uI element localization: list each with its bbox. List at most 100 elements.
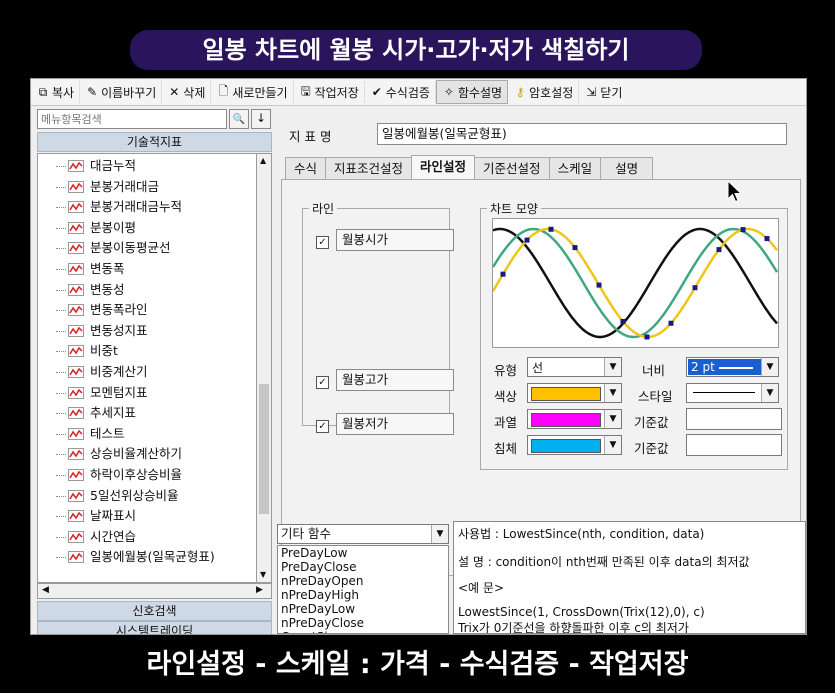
tree-item-label: 비중계산기 xyxy=(90,364,148,379)
password-button[interactable]: ⚷ 암호설정 xyxy=(508,81,580,103)
preview-curve-green xyxy=(493,227,778,339)
tree-item[interactable]: 분봉거래대금누적 xyxy=(38,197,256,217)
banner-title: 일봉 차트에 월봉 시가·고가·저가 색칠하기 xyxy=(202,36,630,64)
line-label-low[interactable]: 월봉저가 xyxy=(336,413,454,435)
tree-item[interactable]: 변동폭 xyxy=(38,259,256,279)
tree-item[interactable]: 변동성 xyxy=(38,280,256,300)
function-list-item[interactable]: nPreDayHigh xyxy=(278,588,448,602)
color-label: 색상 xyxy=(494,389,518,404)
tree-item-label: 일봉에월봉(일목균형표) xyxy=(90,549,215,565)
rename-button[interactable]: ✎ 이름바꾸기 xyxy=(80,81,163,103)
scroll-up-icon[interactable]: ▲ xyxy=(260,156,266,165)
tab-scale[interactable]: 스케일 xyxy=(548,157,602,179)
overbought-color-select[interactable]: ▼ xyxy=(527,409,622,429)
tab-baseline[interactable]: 기준선설정 xyxy=(474,157,550,179)
tree-item[interactable]: 상승비율계산하기 xyxy=(38,444,256,464)
tree-item[interactable]: 비중t xyxy=(38,341,256,361)
verify-formula-button[interactable]: ✔ 수식검증 xyxy=(365,81,436,103)
search-button[interactable]: 🔍 xyxy=(229,109,249,129)
function-list-item[interactable]: PreDayLow xyxy=(278,546,448,560)
line-checkbox-open[interactable]: ✓ xyxy=(316,236,329,249)
indicator-name-field[interactable]: 일봉에월봉(일목균형표) xyxy=(377,123,787,145)
style-select[interactable]: ▼ xyxy=(686,383,779,403)
tree-item-label: 대금누적 xyxy=(90,158,137,173)
menu-search-input[interactable] xyxy=(37,109,227,129)
function-list-item[interactable]: nPreDayClose xyxy=(278,616,448,630)
tree-item[interactable]: 변동성지표 xyxy=(38,321,256,341)
left-pane: 🔍 ↓ 기술적지표 대금누적분봉거래대금분봉거래대금누적분봉이평분봉이동평균선변… xyxy=(37,109,272,634)
width-value: 2 pt xyxy=(691,360,715,374)
help-example-desc: Trix가 0기준선을 하향돌파한 이후 c의 최저가 xyxy=(458,621,689,634)
tree-item-label: 분봉이동평균선 xyxy=(90,240,171,256)
width-select[interactable]: 2 pt ▼ xyxy=(686,357,779,377)
tab-condition[interactable]: 지표조건설정 xyxy=(325,157,413,179)
tree-item[interactable]: 분봉이동평균선 xyxy=(38,238,256,258)
delete-button[interactable]: ✕ 삭제 xyxy=(162,81,212,103)
tree-item-label: 상승비율계산하기 xyxy=(90,446,183,462)
line-checkbox-high[interactable]: ✓ xyxy=(316,376,329,389)
tree-item[interactable]: 변동폭라인 xyxy=(38,300,256,320)
tree-item[interactable]: 일봉에월봉(일목균형표) xyxy=(38,547,256,567)
preview-marker xyxy=(500,271,506,277)
scroll-left-icon[interactable]: ◀ xyxy=(42,585,49,595)
line-label-high[interactable]: 월봉고가 xyxy=(336,369,454,391)
tree-item[interactable]: 추세지표 xyxy=(38,403,256,423)
function-list-item[interactable]: CountSince xyxy=(278,630,448,633)
tree-item[interactable]: 하락이후상승비율 xyxy=(38,465,256,485)
tree-item-label: 추세지표 xyxy=(90,405,137,421)
line-label-open[interactable]: 월봉시가 xyxy=(336,229,454,251)
chevron-down-icon[interactable]: ▼ xyxy=(604,410,621,428)
scroll-down-icon[interactable]: ▼ xyxy=(260,570,266,579)
tree-item[interactable]: 모멘텀지표 xyxy=(38,383,256,403)
function-help-button[interactable]: ✧ 함수설명 xyxy=(435,80,509,104)
type-select[interactable]: 선 ▼ xyxy=(527,357,622,377)
function-list-item[interactable]: PreDayClose xyxy=(278,560,448,574)
tree-item-label: 비중t xyxy=(90,343,118,359)
scroll-right-icon[interactable]: ▶ xyxy=(256,585,263,595)
line-checkbox-low[interactable]: ✓ xyxy=(316,420,329,433)
category-header[interactable]: 기술적지표 xyxy=(37,132,272,152)
chevron-down-icon[interactable]: ▼ xyxy=(431,525,448,543)
system-trading-tab[interactable]: 시스템트레이딩 xyxy=(37,621,272,634)
tree-horizontal-scrollbar[interactable]: ◀ ▶ xyxy=(37,583,272,599)
tree-item[interactable]: 테스트 xyxy=(38,424,256,444)
tree-item-label: 시간연습 xyxy=(90,528,137,544)
close-button[interactable]: ⇲ 닫기 xyxy=(579,81,627,103)
signal-search-tab[interactable]: 신호검색 xyxy=(37,601,272,621)
base-value-label-2: 기준값 xyxy=(634,441,669,456)
tree-item[interactable]: 시간연습 xyxy=(38,527,256,547)
tab-line-settings[interactable]: 라인설정 xyxy=(411,155,476,179)
checkmark-icon: ✔ xyxy=(371,85,382,99)
chevron-down-icon[interactable]: ▼ xyxy=(604,384,621,402)
tree-item[interactable]: 분봉이평 xyxy=(38,218,256,238)
tree-item[interactable]: 5일선위상승비율 xyxy=(38,486,256,506)
tree-item-label: 분봉거래대금누적 xyxy=(90,199,183,215)
preview-curve-yellow xyxy=(493,227,778,339)
chevron-down-icon[interactable]: ▼ xyxy=(761,384,778,402)
function-category-select[interactable]: 기타 함수 ▼ xyxy=(277,524,449,544)
chevron-down-icon[interactable]: ▼ xyxy=(604,436,621,454)
chevron-down-icon[interactable]: ▼ xyxy=(761,358,778,376)
base-value-input-1[interactable] xyxy=(686,408,782,430)
tree-item[interactable]: 분봉거래대금 xyxy=(38,177,256,197)
scroll-thumb[interactable] xyxy=(259,384,269,514)
function-list-item[interactable]: nPreDayOpen xyxy=(278,574,448,588)
tree-vertical-scrollbar[interactable]: ▲ ▼ xyxy=(257,153,272,583)
base-value-input-2[interactable] xyxy=(686,434,782,456)
indicator-chart-icon xyxy=(68,160,84,172)
new-button[interactable]: 🗋 새로만들기 xyxy=(211,81,294,103)
move-down-button[interactable]: ↓ xyxy=(251,109,271,129)
indicator-chart-icon xyxy=(68,551,84,564)
tab-description[interactable]: 설명 xyxy=(600,157,654,179)
tab-formula[interactable]: 수식 xyxy=(285,157,327,179)
oversold-color-select[interactable]: ▼ xyxy=(527,435,622,455)
tree-item[interactable]: 날짜표시 xyxy=(38,506,256,526)
function-list-item[interactable]: nPreDayLow xyxy=(278,602,448,616)
color-select[interactable]: ▼ xyxy=(527,383,622,403)
save-button[interactable]: 🖫 작업저장 xyxy=(294,81,365,103)
tree-item[interactable]: 대금누적 xyxy=(38,156,256,176)
type-label: 유형 xyxy=(494,363,518,378)
copy-button[interactable]: ⧉ 복사 xyxy=(31,81,81,103)
chevron-down-icon[interactable]: ▼ xyxy=(604,358,621,376)
tree-item[interactable]: 비중계산기 xyxy=(38,362,256,382)
